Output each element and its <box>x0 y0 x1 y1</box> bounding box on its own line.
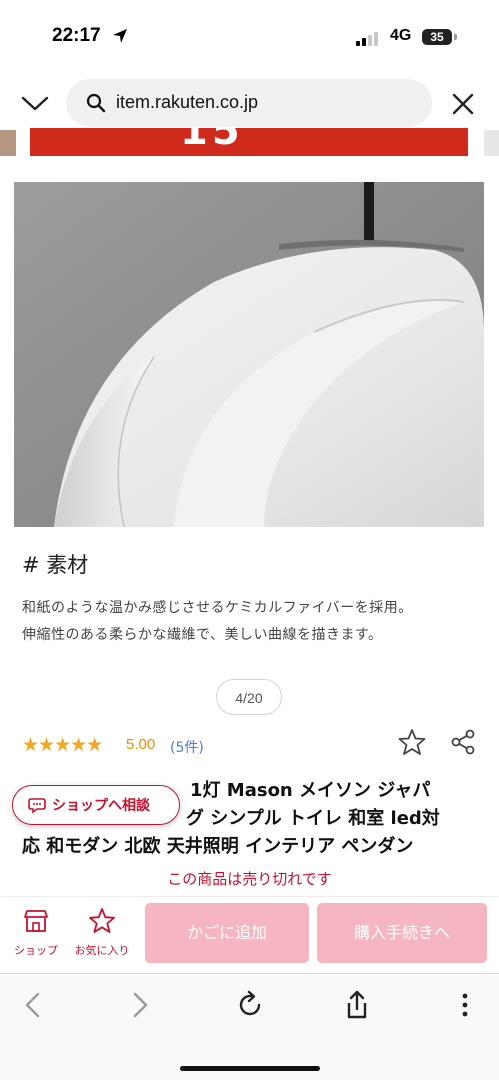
checkout-button[interactable]: 購入手続きへ <box>317 903 487 963</box>
description-line: 伸縮性のある柔らかな繊維で、美しい曲線を描きます。 <box>22 627 383 643</box>
star-outline-icon[interactable] <box>397 728 427 756</box>
rating-score: 5.00 <box>126 736 156 753</box>
network-type: 4G <box>390 27 412 44</box>
forward-icon[interactable] <box>123 988 157 1022</box>
search-icon <box>86 93 106 113</box>
description-line: 和紙のような温かみ感じさせるケミカルファイバーを採用。 <box>22 600 413 616</box>
previous-image-sliver <box>0 130 16 156</box>
favorite-label[interactable]: お気に入り <box>70 942 134 958</box>
banner-text: 15 <box>180 128 244 154</box>
share-up-icon[interactable] <box>340 988 374 1022</box>
product-image[interactable] <box>14 182 484 527</box>
battery-icon: 35 <box>422 29 452 45</box>
product-title-line: 1灯 Mason メイソン ジャパ <box>190 780 431 801</box>
back-icon[interactable] <box>16 988 50 1022</box>
section-heading: # 素材 <box>22 553 89 577</box>
shop-label[interactable]: ショップ <box>10 942 62 958</box>
divider <box>0 896 499 897</box>
reload-icon[interactable] <box>233 988 267 1022</box>
image-pager: 4/20 <box>216 679 282 715</box>
battery-nub <box>454 34 457 40</box>
more-icon[interactable] <box>448 988 482 1022</box>
rating-stars: ★★★★★ <box>22 734 103 756</box>
sold-out-notice: この商品は売り切れです <box>167 870 332 888</box>
shop-consult-label[interactable]: ショップへ相談 <box>52 795 150 815</box>
add-to-cart-button[interactable]: かごに追加 <box>145 903 309 963</box>
close-icon[interactable] <box>448 89 478 119</box>
location-arrow-icon <box>113 29 127 43</box>
shop-icon <box>24 910 48 932</box>
signal-icon <box>356 30 380 46</box>
url-text[interactable]: item.rakuten.co.jp <box>116 92 258 113</box>
share-icon[interactable] <box>449 728 477 756</box>
chat-icon <box>28 798 46 814</box>
chevron-down-icon[interactable] <box>18 88 52 118</box>
status-time: 22:17 <box>52 25 101 46</box>
product-title-line: グ シンプル トイレ 和室 led対 <box>186 808 440 829</box>
sale-banner[interactable]: 15 <box>30 128 468 156</box>
next-image-sliver <box>484 130 499 156</box>
home-indicator <box>180 1066 320 1071</box>
product-title-line: 応 和モダン 北欧 天井照明 インテリア ペンダン <box>22 836 414 857</box>
favorite-star-icon <box>89 908 115 933</box>
review-count-link[interactable]: (5件) <box>170 737 204 757</box>
